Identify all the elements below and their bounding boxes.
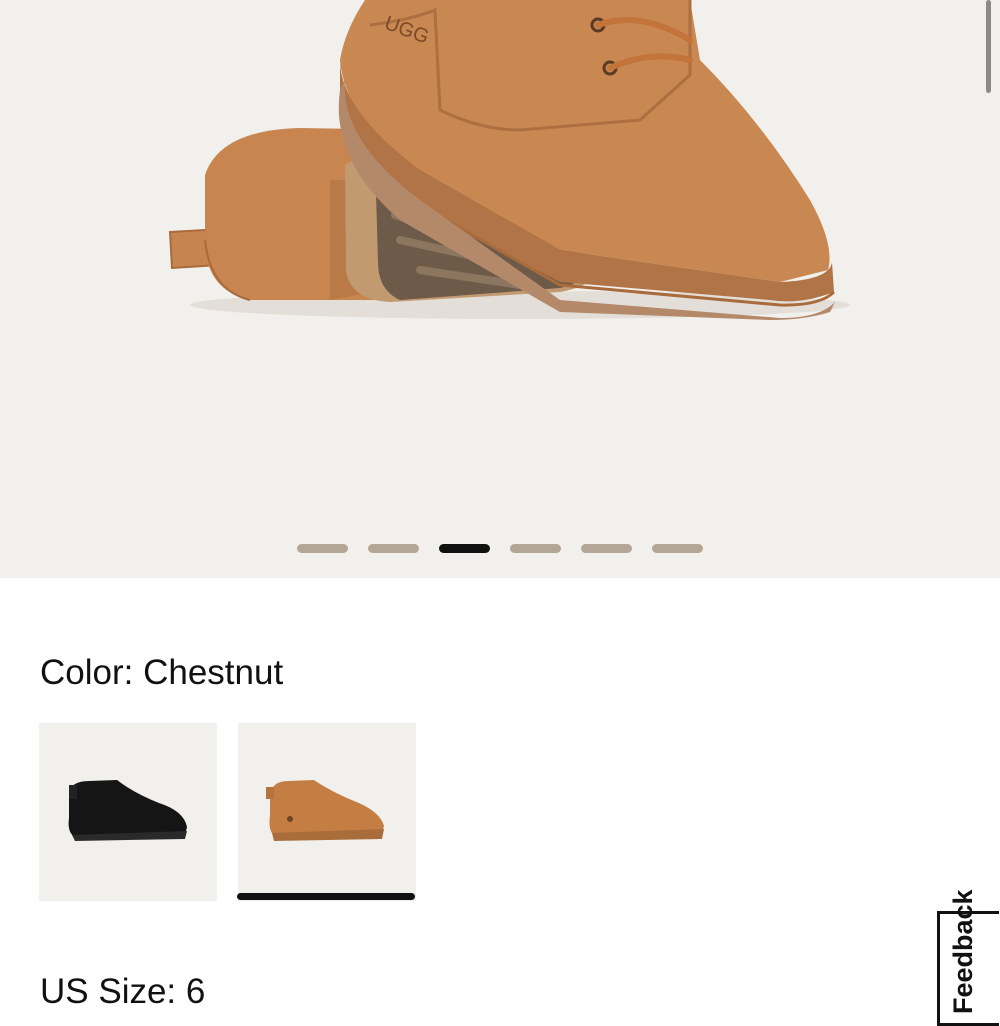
selected-swatch-indicator [237,893,415,900]
page-scrollbar[interactable] [986,0,991,93]
color-swatches [39,723,416,901]
chestnut-boot-thumbnail [266,780,384,841]
gallery-dot-2[interactable] [368,544,419,553]
gallery-dot-5[interactable] [581,544,632,553]
gallery-pagination [0,544,1000,556]
gallery-dot-3-active[interactable] [439,544,490,553]
feedback-tab[interactable]: Feedback [937,889,999,1026]
color-swatch-chestnut[interactable] [238,723,416,901]
size-label: US Size: 6 [40,972,206,1011]
product-image-gallery[interactable]: UGG [0,0,1000,578]
gallery-dot-1[interactable] [297,544,348,553]
color-label: Color: Chestnut [40,653,284,692]
gallery-dot-4[interactable] [510,544,561,553]
gallery-dot-6[interactable] [652,544,703,553]
black-boot-thumbnail [68,780,187,841]
product-hero-image: UGG [168,0,850,320]
feedback-tab-label: Feedback [948,889,978,1014]
color-swatch-black[interactable] [39,723,217,901]
